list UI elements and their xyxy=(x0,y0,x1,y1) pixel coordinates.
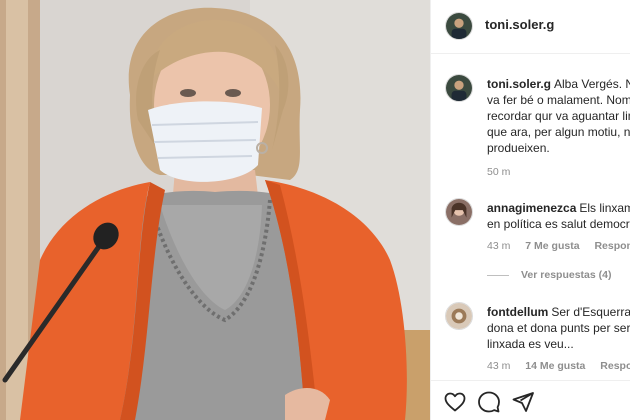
avatar-image xyxy=(446,75,472,101)
caption-meta: 50 m xyxy=(487,166,522,178)
like-button[interactable] xyxy=(443,390,467,414)
caption-line: recordar qur va aguantar lin xyxy=(487,109,630,123)
view-replies-button[interactable]: Ver respuestas (4) xyxy=(487,269,611,281)
post-actions-bar xyxy=(431,380,630,420)
comment-line: Els linxame xyxy=(579,201,630,215)
avatar-image xyxy=(446,303,472,329)
caption-line: va fer bé o malament. Nom xyxy=(487,93,630,107)
share-icon xyxy=(512,392,534,412)
comment-line: Ser d'Esquerra i xyxy=(551,305,630,319)
comment-username[interactable]: fontdellum xyxy=(487,305,548,319)
avatar[interactable] xyxy=(445,198,473,226)
replies-divider xyxy=(487,274,509,276)
avatar-image xyxy=(446,199,472,225)
comment-meta: 43 m 7 Me gusta Responder xyxy=(487,240,630,252)
photo-illustration xyxy=(0,0,430,420)
caption-line: que ara, per algun motiu, no xyxy=(487,125,630,139)
comment-likes[interactable]: 7 Me gusta xyxy=(525,240,579,252)
comments-list: toni.soler.gAlba Vergés. No va fer bé o … xyxy=(431,54,630,380)
comment-time[interactable]: 43 m xyxy=(487,360,510,372)
comment-text: fontdellum Ser d'Esquerra i dona et dona … xyxy=(487,304,630,352)
view-replies-label: Ver respuestas (4) xyxy=(521,269,612,281)
header-username[interactable]: toni.soler.g xyxy=(485,17,554,32)
caption-username[interactable]: toni.soler.g xyxy=(487,77,551,91)
comment-likes[interactable]: 14 Me gusta xyxy=(525,360,585,372)
comment-meta: 43 m 14 Me gusta Responder xyxy=(487,360,630,372)
avatar[interactable] xyxy=(445,12,473,40)
comment-button[interactable] xyxy=(477,390,501,414)
post-header: toni.soler.g xyxy=(431,0,630,54)
post-photo xyxy=(0,0,430,420)
reply-button[interactable]: Responder xyxy=(600,360,630,372)
comment-time[interactable]: 43 m xyxy=(487,240,510,252)
caption-line: produeixen. xyxy=(487,141,550,155)
comment-line: dona et dona punts per ser xyxy=(487,321,630,335)
comment-username[interactable]: annagimenezca xyxy=(487,201,576,215)
reply-button[interactable]: Responder xyxy=(594,240,630,252)
caption-text: toni.soler.gAlba Vergés. No va fer bé o … xyxy=(487,76,630,156)
comment-line: linxada es veu... xyxy=(487,337,574,351)
heart-icon xyxy=(444,392,466,412)
post-side-panel: toni.soler.g toni.soler.gAlba Vergés. No… xyxy=(430,0,630,420)
comment-text: annagimenezcaEls linxame en política es … xyxy=(487,200,630,232)
comment-line: en política es salut democrà xyxy=(487,217,630,231)
avatar-image xyxy=(446,13,472,39)
caption-line: Alba Vergés. No xyxy=(554,77,630,91)
avatar[interactable] xyxy=(445,302,473,330)
caption-time[interactable]: 50 m xyxy=(487,166,510,178)
avatar[interactable] xyxy=(445,74,473,102)
share-button[interactable] xyxy=(511,390,535,414)
comment-icon xyxy=(478,391,500,413)
